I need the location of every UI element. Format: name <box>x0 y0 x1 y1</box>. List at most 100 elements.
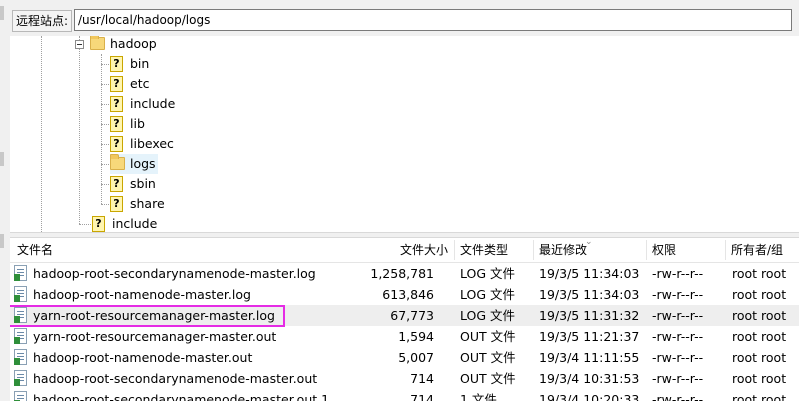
unknown-folder-icon: ? <box>110 176 123 192</box>
file-modified: 19/3/5 11:34:03 <box>539 287 640 302</box>
file-name: hadoop-root-secondarynamenode-master.log <box>33 266 316 281</box>
file-row[interactable]: yarn-root-resourcemanager-master.out 1,5… <box>10 326 799 347</box>
file-type: OUT 文件 <box>460 329 516 344</box>
folder-icon <box>90 36 105 50</box>
file-modified: 19/3/5 11:31:32 <box>539 308 640 323</box>
unknown-folder-icon: ? <box>110 96 123 112</box>
tree-guide-line <box>101 104 109 105</box>
file-modified: 19/3/4 10:20:33 <box>539 392 640 401</box>
folder-icon <box>110 154 125 170</box>
tree-guide-line <box>101 184 109 185</box>
tree-guide-line <box>79 224 93 225</box>
file-permissions: -rw-r--r-- <box>652 287 704 302</box>
remote-site-bar: 远程站点: <box>10 0 799 37</box>
remote-site-label: 远程站点: <box>12 10 72 32</box>
column-header-type[interactable]: 文件类型 <box>460 238 530 262</box>
file-permissions: -rw-r--r-- <box>652 308 704 323</box>
tree-guide-line <box>101 164 109 165</box>
file-modified: 19/3/4 10:31:53 <box>539 371 640 386</box>
tree-guide-line <box>101 54 102 204</box>
file-owner: root root <box>732 350 787 365</box>
collapse-toggle-icon[interactable] <box>75 40 84 49</box>
file-type: LOG 文件 <box>460 308 516 323</box>
file-name: hadoop-root-namenode-master.log <box>33 287 251 302</box>
tree-guide-line <box>79 36 80 224</box>
file-name: yarn-root-resourcemanager-master.log <box>33 308 275 323</box>
file-modified: 19/3/4 11:11:55 <box>539 350 640 365</box>
out-file-icon <box>14 328 27 344</box>
edge-marker <box>0 152 4 166</box>
file-owner: root root <box>732 329 787 344</box>
tree-guide-line <box>101 84 109 85</box>
column-header-owner[interactable]: 所有者/组 <box>731 238 799 262</box>
tree-guide-line <box>101 124 109 125</box>
file-owner: root root <box>732 392 787 401</box>
unknown-folder-icon: ? <box>110 136 123 152</box>
file-modified: 19/3/5 11:34:03 <box>539 266 640 281</box>
unknown-folder-icon: ? <box>110 196 123 212</box>
column-separator[interactable] <box>725 240 726 260</box>
tree-guide-line <box>101 64 109 65</box>
log-file-icon <box>14 265 27 281</box>
out-file-icon <box>14 349 27 365</box>
unknown-folder-icon: ? <box>92 216 105 232</box>
remote-path-input[interactable] <box>74 9 792 31</box>
column-separator[interactable] <box>646 240 647 260</box>
log-file-icon <box>14 307 27 323</box>
column-header-modified-label: 最近修改 <box>539 243 588 257</box>
file-type: LOG 文件 <box>460 266 516 281</box>
file-row[interactable]: hadoop-root-namenode-master.out 5,007 OU… <box>10 347 799 368</box>
unknown-folder-icon: ? <box>110 116 123 132</box>
unknown-folder-icon: ? <box>110 56 123 72</box>
file-size: 613,846 <box>382 287 434 302</box>
file-row[interactable]: hadoop-root-namenode-master.log 613,846 … <box>10 284 799 305</box>
edge-marker <box>0 234 4 248</box>
column-header-modified[interactable]: 最近修改 ⌄ <box>539 238 639 262</box>
directory-tree[interactable]: hadoop ? bin ? etc ? include ? lib ? lib… <box>10 36 799 232</box>
file-permissions: -rw-r--r-- <box>652 329 704 344</box>
file-type: OUT 文件 <box>460 371 516 386</box>
file-name: hadoop-root-secondarynamenode-master.out… <box>33 392 330 401</box>
file-type: 1 文件 <box>460 392 497 401</box>
out-file-icon <box>14 370 27 386</box>
tree-folder-logs[interactable]: logs <box>110 154 158 174</box>
column-header-size[interactable]: 文件大小 <box>370 238 448 262</box>
file-size: 5,007 <box>398 350 434 365</box>
file-size: 714 <box>410 392 434 401</box>
file-icon <box>14 391 27 401</box>
file-type: LOG 文件 <box>460 287 516 302</box>
unknown-folder-icon: ? <box>110 76 123 92</box>
column-header-name[interactable]: 文件名 <box>17 238 217 262</box>
file-size: 714 <box>410 371 434 386</box>
file-permissions: -rw-r--r-- <box>652 392 704 401</box>
file-name: hadoop-root-secondarynamenode-master.out <box>33 371 318 386</box>
tree-guide-line <box>41 36 42 232</box>
file-owner: root root <box>732 266 787 281</box>
file-size: 1,258,781 <box>370 266 434 281</box>
file-permissions: -rw-r--r-- <box>652 350 704 365</box>
file-row[interactable]: hadoop-root-secondarynamenode-master.log… <box>10 263 799 284</box>
tree-guide-line <box>101 204 109 205</box>
file-name: hadoop-root-namenode-master.out <box>33 350 253 365</box>
file-permissions: -rw-r--r-- <box>652 371 704 386</box>
column-header-permissions[interactable]: 权限 <box>652 238 722 262</box>
file-name: yarn-root-resourcemanager-master.out <box>33 329 277 344</box>
tree-guide-line <box>101 144 109 145</box>
file-row-highlighted[interactable]: yarn-root-resourcemanager-master.log 67,… <box>10 305 799 327</box>
file-row[interactable]: hadoop-root-secondarynamenode-master.out… <box>10 368 799 389</box>
file-type: OUT 文件 <box>460 350 516 365</box>
column-separator[interactable] <box>533 240 534 260</box>
file-row[interactable]: hadoop-root-secondarynamenode-master.out… <box>10 389 799 401</box>
file-owner: root root <box>732 371 787 386</box>
log-file-icon <box>14 286 27 302</box>
sort-descending-icon: ⌄ <box>585 238 593 247</box>
file-owner: root root <box>732 308 787 323</box>
file-permissions: -rw-r--r-- <box>652 266 704 281</box>
file-list-header: 文件名 文件大小 文件类型 最近修改 ⌄ 权限 所有者/组 <box>10 238 799 263</box>
edge-marker <box>0 6 4 20</box>
file-owner: root root <box>732 287 787 302</box>
file-size: 67,773 <box>390 308 434 323</box>
remote-file-list[interactable]: 文件名 文件大小 文件类型 最近修改 ⌄ 权限 所有者/组 hadoop-roo… <box>10 238 799 401</box>
column-separator[interactable] <box>454 240 455 260</box>
file-size: 1,594 <box>398 329 434 344</box>
